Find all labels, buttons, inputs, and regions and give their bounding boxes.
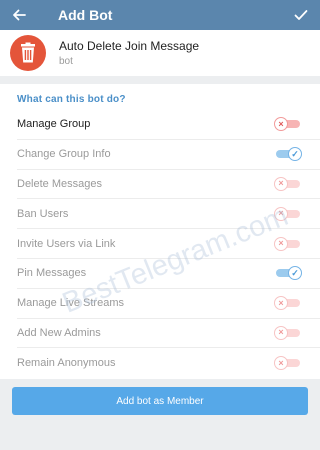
bot-profile: Auto Delete Join Message bot — [0, 30, 320, 76]
permission-row[interactable]: Pin Messages ✓ — [17, 259, 320, 289]
permission-row[interactable]: Remain Anonymous × — [17, 348, 320, 378]
toggle-cross-icon: × — [274, 296, 288, 311]
toggle-cross-icon: × — [274, 356, 288, 371]
confirm-check-icon[interactable] — [288, 9, 308, 21]
permission-label: Pin Messages — [17, 267, 87, 280]
permission-toggle[interactable]: × — [274, 176, 302, 191]
permission-toggle[interactable]: × — [274, 296, 302, 311]
permission-label: Change Group Info — [17, 148, 111, 161]
toggle-cross-icon: × — [274, 325, 288, 340]
permission-toggle[interactable]: × — [274, 236, 302, 251]
bot-name: Auto Delete Join Message — [59, 39, 200, 53]
bottom-bar: Add bot as Member — [0, 379, 320, 450]
permission-row[interactable]: Delete Messages × — [17, 170, 320, 200]
permission-row[interactable]: Add New Admins × — [17, 319, 320, 349]
permissions-heading: What can this bot do? — [17, 94, 126, 105]
toggle-check-icon: ✓ — [288, 147, 302, 162]
permission-row[interactable]: Invite Users via Link × — [17, 229, 320, 259]
permission-toggle[interactable]: × — [274, 356, 302, 371]
permission-label: Delete Messages — [17, 177, 102, 190]
permission-label: Manage Group — [17, 118, 91, 131]
add-bot-as-member-button[interactable]: Add bot as Member — [12, 387, 308, 415]
permission-row[interactable]: Manage Live Streams × — [17, 289, 320, 319]
permission-row[interactable]: Manage Group × — [17, 110, 320, 140]
trash-bin-icon — [10, 35, 46, 71]
permission-row[interactable]: Change Group Info ✓ — [17, 140, 320, 170]
permissions-section: What can this bot do? Manage Group × Chang… — [0, 84, 320, 379]
permission-label: Remain Anonymous — [17, 357, 116, 370]
back-arrow-icon[interactable] — [12, 9, 32, 21]
page-title: Add Bot — [58, 7, 113, 23]
toggle-cross-icon: × — [274, 206, 288, 221]
permission-toggle[interactable]: ✓ — [274, 147, 302, 162]
permission-label: Manage Live Streams — [17, 297, 124, 310]
permission-toggle[interactable]: × — [274, 206, 302, 221]
section-divider — [0, 76, 320, 84]
toggle-check-icon: ✓ — [288, 266, 302, 281]
toggle-cross-icon: × — [274, 236, 288, 251]
toggle-cross-icon: × — [274, 117, 288, 132]
permission-toggle[interactable]: ✓ — [274, 266, 302, 281]
bot-subtitle: bot — [59, 56, 73, 67]
toggle-cross-icon: × — [274, 176, 288, 191]
permissions-list: Manage Group × Change Group Info ✓ Delete Me… — [17, 110, 320, 378]
permission-label: Add New Admins — [17, 326, 101, 339]
permission-label: Invite Users via Link — [17, 237, 116, 250]
permission-row[interactable]: Ban Users × — [17, 199, 320, 230]
permission-label: Ban Users — [17, 207, 69, 220]
permission-toggle[interactable]: × — [274, 117, 302, 132]
top-app-bar: Add Bot — [0, 0, 320, 30]
permission-toggle[interactable]: × — [274, 325, 302, 340]
